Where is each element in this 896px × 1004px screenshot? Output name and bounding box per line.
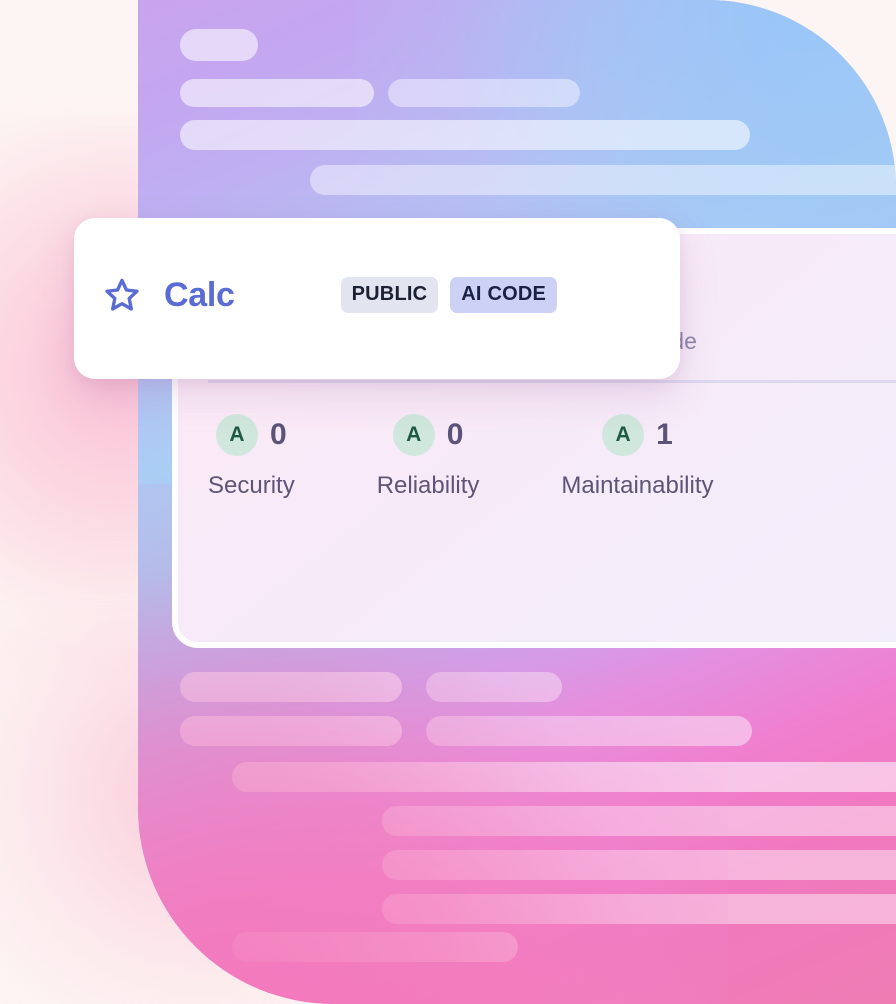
metric-reliability[interactable]: A 0 Reliability <box>376 414 480 500</box>
metric-label-maintainability: Maintainability <box>561 472 714 499</box>
skeleton-bar <box>382 894 896 924</box>
skeleton-bar <box>180 716 402 746</box>
tooltip-badges: PUBLIC AI CODE <box>340 277 558 313</box>
skeleton-bar <box>180 672 402 702</box>
metric-maintainability[interactable]: A 1 Maintainability <box>561 414 713 500</box>
metrics-row: A 0 Security A 0 Reliability A 1 Maintai… <box>208 414 713 500</box>
skeleton-bar <box>382 806 896 836</box>
metric-value-reliability: 0 <box>446 418 464 451</box>
metric-value-security: 0 <box>270 418 287 451</box>
rating-badge-security: A <box>216 414 258 456</box>
card-divider <box>208 380 896 383</box>
metric-label-reliability: Reliability <box>376 472 480 499</box>
rating-badge-maintainability: A <box>602 414 645 456</box>
skeleton-bar <box>388 79 580 107</box>
skeleton-bar <box>180 79 374 107</box>
project-tooltip-card[interactable]: Calc PUBLIC AI CODE <box>74 218 680 379</box>
tooltip-badge-ai-code: AI CODE <box>450 277 558 313</box>
tooltip-project-title[interactable]: Calc <box>164 276 235 315</box>
star-outline-icon[interactable] <box>102 275 142 315</box>
skeleton-bar <box>426 672 562 702</box>
skeleton-bar <box>232 762 896 792</box>
metric-security[interactable]: A 0 Security <box>208 414 295 500</box>
skeleton-bar <box>180 120 750 150</box>
tooltip-badge-public: PUBLIC <box>340 277 439 313</box>
skeleton-bar <box>310 165 896 195</box>
metric-value-maintainability: 1 <box>656 418 673 451</box>
skeleton-bar <box>180 29 258 61</box>
rating-badge-reliability: A <box>392 414 435 456</box>
skeleton-bar <box>232 932 518 962</box>
skeleton-bar <box>382 850 896 880</box>
skeleton-bar <box>426 716 752 746</box>
metric-label-security: Security <box>208 472 295 499</box>
